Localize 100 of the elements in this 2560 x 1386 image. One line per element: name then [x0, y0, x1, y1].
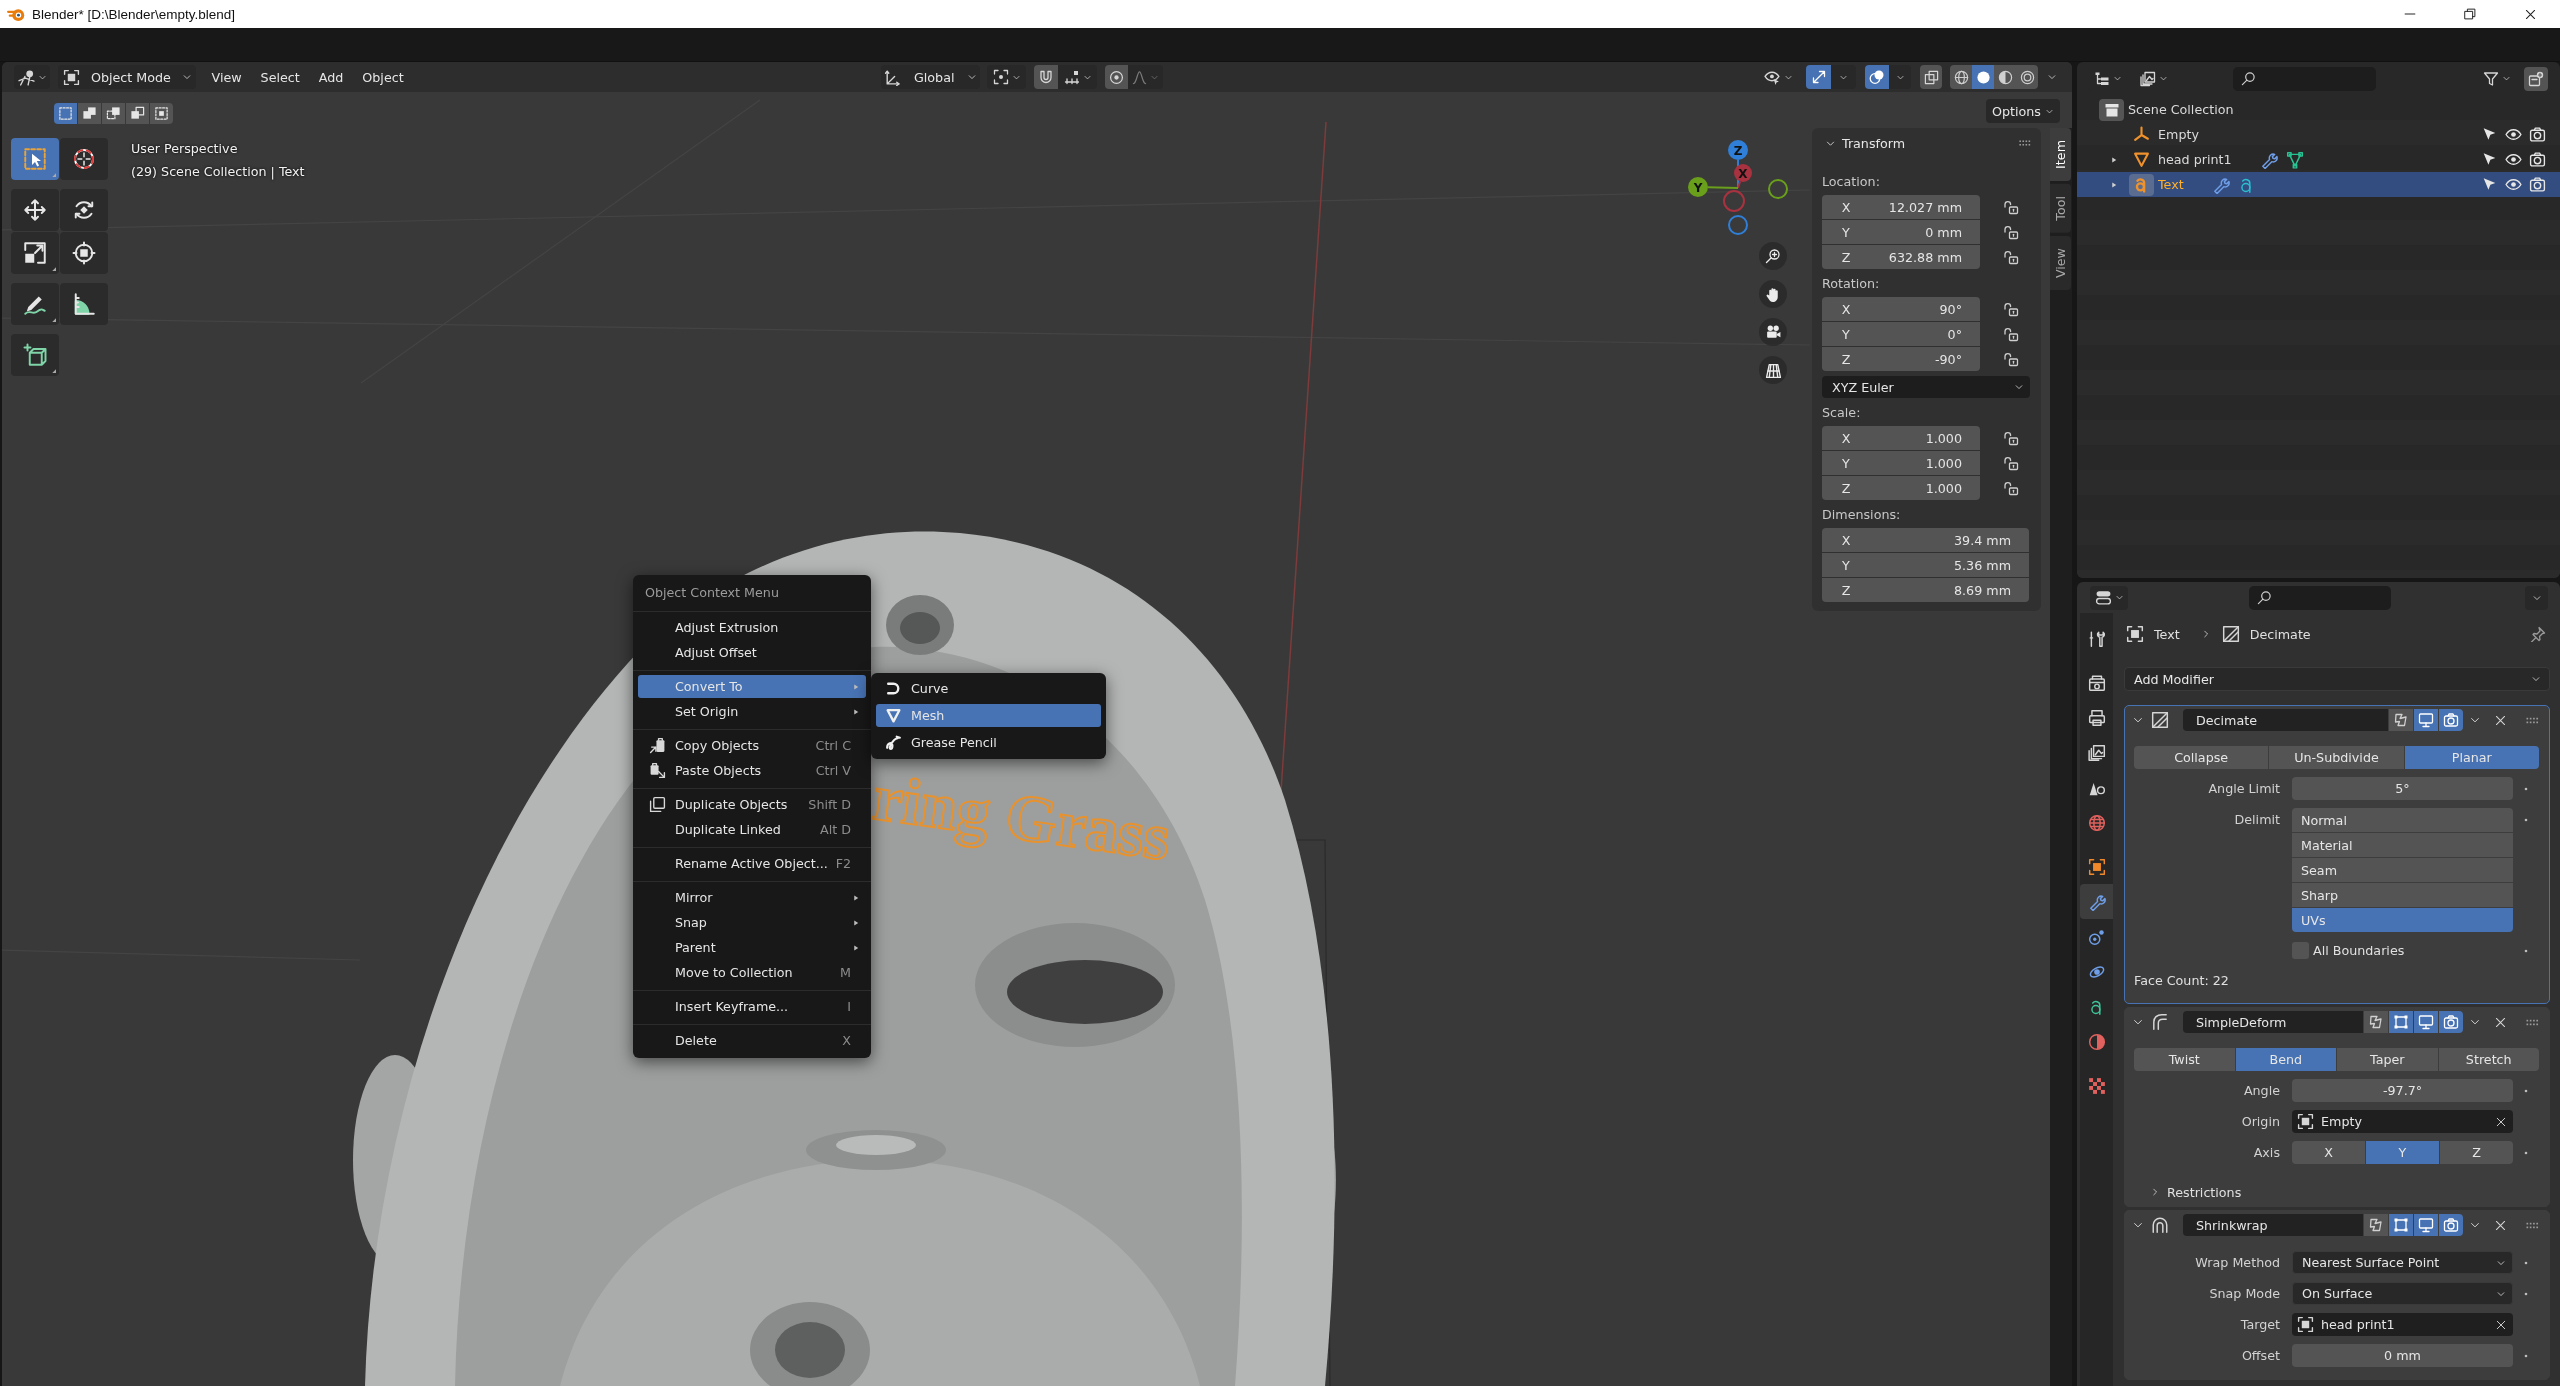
- menu-item[interactable]: Insert Keyframe... I: [638, 995, 866, 1018]
- viewport-toggle[interactable]: [2414, 1214, 2438, 1236]
- options-dropdown[interactable]: Options: [1986, 99, 2060, 123]
- menu-item[interactable]: Delete X: [638, 1029, 866, 1052]
- edit-mode-toggle[interactable]: [2389, 709, 2413, 731]
- toggle-option[interactable]: UVs: [2292, 908, 2513, 932]
- header-menu[interactable]: Select: [251, 65, 310, 89]
- checkbox-option[interactable]: All Boundaries: [2292, 941, 2405, 960]
- edit-mode-toggle[interactable]: [2364, 1214, 2388, 1236]
- render-toggle[interactable]: [2439, 1214, 2463, 1236]
- camera-icon[interactable]: [2529, 126, 2546, 143]
- axis-ball-icon[interactable]: [1688, 177, 1708, 197]
- modifier-name-field[interactable]: Decimate: [2183, 709, 2388, 731]
- tool-button[interactable]: [60, 189, 108, 231]
- pan-button[interactable]: [1759, 280, 1787, 308]
- tool-button[interactable]: [60, 283, 108, 325]
- number-field[interactable]: X 39.4 mm: [1822, 528, 2029, 552]
- eye-icon[interactable]: [2505, 176, 2522, 193]
- xray-toggle[interactable]: [1920, 65, 1942, 89]
- eye-icon[interactable]: [2505, 151, 2522, 168]
- lock-open-icon[interactable]: [2003, 430, 2019, 446]
- sidebar-tab[interactable]: Item: [2050, 128, 2071, 181]
- number-field[interactable]: Z 1.000: [1822, 476, 1980, 500]
- clear-icon[interactable]: [2495, 1115, 2507, 1128]
- rotation-mode-dropdown[interactable]: XYZ Euler: [1822, 376, 2030, 398]
- lock-open-icon[interactable]: [2003, 480, 2019, 496]
- segmented-option[interactable]: Taper: [2337, 1048, 2438, 1071]
- eye-icon[interactable]: [2505, 126, 2522, 143]
- close-icon[interactable]: [2494, 1015, 2507, 1029]
- render-toggle[interactable]: [2439, 1011, 2463, 1033]
- viewport-toggle[interactable]: [2414, 709, 2438, 731]
- segmented-option[interactable]: Collapse: [2134, 746, 2269, 769]
- pivot-point-dropdown[interactable]: [987, 65, 1026, 89]
- number-field[interactable]: Z -90°: [1822, 347, 1980, 371]
- axis-ball-icon[interactable]: [1768, 179, 1788, 199]
- viewport-toggle[interactable]: [2414, 1011, 2438, 1033]
- editor-type-button[interactable]: [2090, 585, 2128, 610]
- menu-item[interactable]: Move to Collection M: [638, 961, 866, 984]
- overlay-toggle[interactable]: [1865, 65, 1889, 89]
- shading-mode-button[interactable]: [1994, 65, 2016, 89]
- camera-icon[interactable]: [2529, 176, 2546, 193]
- segmented-option[interactable]: Stretch: [2438, 1048, 2539, 1071]
- segmented-option[interactable]: Planar: [2404, 746, 2539, 769]
- number-field[interactable]: X 90°: [1822, 297, 1980, 321]
- proportional-editing-toggle[interactable]: [1105, 65, 1128, 89]
- segmented-option[interactable]: Twist: [2134, 1048, 2235, 1071]
- lock-open-icon[interactable]: [2003, 224, 2019, 240]
- menu-item[interactable]: Convert To: [638, 675, 866, 698]
- tool-button[interactable]: [60, 232, 108, 274]
- close-icon[interactable]: [2494, 713, 2507, 727]
- segmented-option[interactable]: Bend: [2235, 1048, 2336, 1071]
- menu-item[interactable]: Adjust Offset: [638, 641, 866, 664]
- number-field[interactable]: X 12.027 mm: [1822, 195, 1980, 219]
- menu-item[interactable]: Duplicate Linked Alt D: [638, 818, 866, 841]
- keyframe-dot-icon[interactable]: [2522, 816, 2530, 824]
- camera-view-button[interactable]: [1759, 318, 1787, 346]
- new-collection-button[interactable]: [2524, 66, 2548, 91]
- snap-target-dropdown[interactable]: [1058, 65, 1097, 89]
- falloff-dropdown[interactable]: [1128, 65, 1163, 89]
- gizmo-toggle[interactable]: [1806, 65, 1831, 89]
- camera-icon[interactable]: [2529, 151, 2546, 168]
- snap-toggle[interactable]: [1034, 65, 1058, 89]
- number-field[interactable]: Z 8.69 mm: [1822, 578, 2029, 602]
- segmented-option[interactable]: Un-Subdivide: [2269, 746, 2404, 769]
- orientation-dropdown[interactable]: Global: [881, 65, 980, 89]
- render-toggle[interactable]: [2439, 709, 2463, 731]
- selection-mode-button[interactable]: [54, 103, 77, 124]
- tool-button[interactable]: [60, 138, 108, 180]
- menu-item[interactable]: Grease Pencil: [876, 731, 1101, 754]
- pin-icon[interactable]: [2530, 626, 2546, 642]
- lock-open-icon[interactable]: [2003, 199, 2019, 215]
- collapsed-triangle-icon[interactable]: [2110, 180, 2118, 189]
- menu-item[interactable]: Mesh: [876, 704, 1101, 727]
- toggle-option[interactable]: Seam: [2292, 858, 2513, 882]
- modifier-name-field[interactable]: Shrinkwrap: [2183, 1214, 2363, 1236]
- selection-mode-button[interactable]: [126, 103, 149, 124]
- perspective-toggle-button[interactable]: [1759, 356, 1787, 384]
- lock-open-icon[interactable]: [2003, 249, 2019, 265]
- dropdown-field[interactable]: On Surface: [2292, 1282, 2513, 1305]
- axis-ball-icon[interactable]: [1728, 215, 1748, 235]
- header-menu[interactable]: Add: [309, 65, 353, 89]
- menu-item[interactable]: Curve: [876, 677, 1101, 700]
- lock-open-icon[interactable]: [2003, 301, 2019, 317]
- menu-item[interactable]: Parent: [638, 936, 866, 959]
- menu-item[interactable]: Copy Objects Ctrl C: [638, 734, 866, 757]
- number-field[interactable]: Z 632.88 mm: [1822, 245, 1980, 269]
- shading-mode-button[interactable]: [2016, 65, 2038, 89]
- outliner-row[interactable]: head print1: [2077, 147, 2560, 172]
- on-cage-toggle[interactable]: [2389, 1214, 2413, 1236]
- menu-item[interactable]: Adjust Extrusion: [638, 616, 866, 639]
- sidebar-tab[interactable]: Tool: [2050, 183, 2071, 233]
- menu-item[interactable]: Snap: [638, 911, 866, 934]
- zoom-button[interactable]: [1759, 242, 1787, 270]
- menu-item[interactable]: Duplicate Objects Shift D: [638, 793, 866, 816]
- outliner-row[interactable]: Scene Collection: [2077, 97, 2560, 122]
- 3d-viewport[interactable]: [2, 62, 2072, 1386]
- tool-button[interactable]: [11, 232, 59, 274]
- header-menu[interactable]: View: [202, 65, 252, 89]
- tool-button[interactable]: [11, 283, 59, 325]
- number-field[interactable]: 0 mm: [2292, 1344, 2513, 1367]
